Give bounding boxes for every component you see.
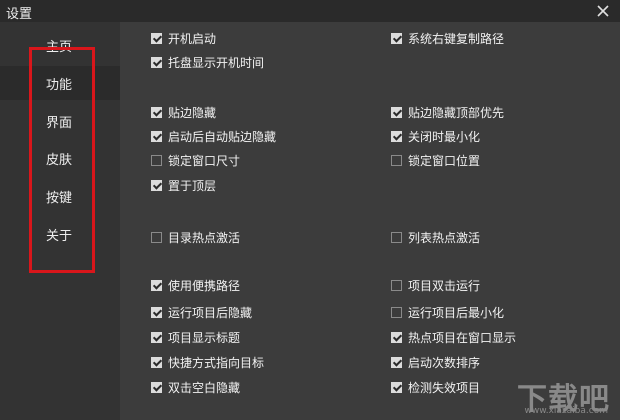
option-always-on-top[interactable]: 置于顶层 (151, 177, 216, 193)
option-label: 双击空白隐藏 (168, 380, 241, 395)
option-minimize-after-run[interactable]: 运行项目后最小化 (391, 304, 504, 320)
option-label: 贴边隐藏 (168, 105, 217, 120)
window-title: 设置 (6, 7, 33, 22)
sidebar-item-keys[interactable]: 按键 (0, 179, 120, 213)
option-label: 托盘显示开机时间 (168, 55, 265, 70)
sidebar-item-function[interactable]: 功能 (0, 66, 120, 100)
sidebar-item-skin[interactable]: 皮肤 (0, 141, 120, 175)
option-label: 快捷方式指向目标 (168, 355, 265, 370)
option-lock-window-position[interactable]: 锁定窗口位置 (391, 152, 480, 168)
option-edge-hide-top-first[interactable]: 贴边隐藏顶部优先 (391, 104, 504, 120)
option-label: 运行项目后隐藏 (168, 305, 253, 320)
checkbox-checked[interactable] (151, 179, 162, 191)
checkbox-checked[interactable] (151, 56, 162, 68)
option-context-copy-path[interactable]: 系统右键复制路径 (391, 30, 504, 46)
checkbox-checked[interactable] (151, 106, 162, 118)
checkbox-checked[interactable] (151, 381, 162, 393)
checkbox-checked[interactable] (391, 356, 402, 368)
option-tray-boot-time[interactable]: 托盘显示开机时间 (151, 54, 264, 70)
option-lock-window-size[interactable]: 锁定窗口尺寸 (151, 152, 240, 168)
checkbox[interactable] (391, 279, 402, 291)
option-double-click-run[interactable]: 项目双击运行 (391, 277, 480, 293)
option-label: 锁定窗口位置 (408, 153, 481, 168)
option-list-hotspot[interactable]: 列表热点激活 (391, 229, 480, 245)
option-label: 开机启动 (168, 31, 217, 46)
checkbox[interactable] (391, 154, 402, 166)
title-bar[interactable]: 设置 (0, 0, 620, 22)
sidebar-item-label: 功能 (46, 77, 73, 93)
option-minimize-on-close[interactable]: 关闭时最小化 (391, 128, 480, 144)
option-label: 热点项目在窗口显示 (408, 330, 517, 345)
checkbox[interactable] (391, 306, 402, 318)
option-label: 关闭时最小化 (408, 129, 481, 144)
option-label: 系统右键复制路径 (408, 31, 505, 46)
option-auto-edge-hide[interactable]: 启动后自动贴边隐藏 (151, 128, 276, 144)
checkbox-checked[interactable] (151, 279, 162, 291)
sidebar-item-about[interactable]: 关于 (0, 217, 120, 251)
checkbox-checked[interactable] (391, 381, 402, 393)
option-label: 列表热点激活 (408, 230, 481, 245)
option-dir-hotspot[interactable]: 目录热点激活 (151, 229, 240, 245)
option-label: 锁定窗口尺寸 (168, 153, 241, 168)
option-hide-after-run[interactable]: 运行项目后隐藏 (151, 304, 252, 320)
checkbox-checked[interactable] (391, 106, 402, 118)
sidebar-item-label: 按键 (46, 190, 73, 206)
settings-window: 设置 主页 功能 界面 皮肤 按键 关于 开机启动 系统右键复制路径 托盘显示开… (0, 0, 620, 420)
option-label: 运行项目后最小化 (408, 305, 505, 320)
sidebar-item-home[interactable]: 主页 (0, 28, 120, 62)
sidebar-item-label: 界面 (46, 115, 73, 131)
checkbox-checked[interactable] (151, 130, 162, 142)
option-sort-by-launch-count[interactable]: 启动次数排序 (391, 354, 480, 370)
checkbox-checked[interactable] (151, 32, 162, 44)
checkbox-checked[interactable] (391, 32, 402, 44)
checkbox[interactable] (151, 154, 162, 166)
option-label: 使用便携路径 (168, 278, 241, 293)
option-hotspot-items-in-window[interactable]: 热点项目在窗口显示 (391, 329, 516, 345)
sidebar-item-label: 关于 (46, 228, 73, 244)
sidebar-item-label: 皮肤 (46, 152, 73, 168)
option-detect-invalid-items[interactable]: 检测失效项目 (391, 379, 480, 395)
sidebar: 主页 功能 界面 皮肤 按键 关于 (0, 22, 120, 420)
option-label: 启动次数排序 (408, 355, 481, 370)
option-label: 项目显示标题 (168, 330, 241, 345)
checkbox-checked[interactable] (391, 130, 402, 142)
option-double-click-blank-hide[interactable]: 双击空白隐藏 (151, 379, 240, 395)
checkbox[interactable] (151, 231, 162, 243)
close-icon (597, 5, 609, 17)
close-button[interactable] (592, 0, 614, 22)
option-label: 目录热点激活 (168, 230, 241, 245)
sidebar-item-label: 主页 (46, 39, 73, 55)
checkbox-checked[interactable] (151, 356, 162, 368)
checkbox-checked[interactable] (391, 331, 402, 343)
option-portable-path[interactable]: 使用便携路径 (151, 277, 240, 293)
option-show-item-title[interactable]: 项目显示标题 (151, 329, 240, 345)
options-panel: 开机启动 系统右键复制路径 托盘显示开机时间 贴边隐藏 贴边隐藏顶部优先 启动后… (120, 22, 620, 420)
option-shortcut-target[interactable]: 快捷方式指向目标 (151, 354, 264, 370)
checkbox[interactable] (391, 231, 402, 243)
option-label: 贴边隐藏顶部优先 (408, 105, 505, 120)
sidebar-item-interface[interactable]: 界面 (0, 104, 120, 138)
checkbox-checked[interactable] (151, 306, 162, 318)
option-edge-hide[interactable]: 贴边隐藏 (151, 104, 216, 120)
option-boot-start[interactable]: 开机启动 (151, 30, 216, 46)
option-label: 项目双击运行 (408, 278, 481, 293)
option-label: 检测失效项目 (408, 380, 481, 395)
option-label: 置于顶层 (168, 178, 217, 193)
checkbox-checked[interactable] (151, 331, 162, 343)
option-label: 启动后自动贴边隐藏 (168, 129, 277, 144)
